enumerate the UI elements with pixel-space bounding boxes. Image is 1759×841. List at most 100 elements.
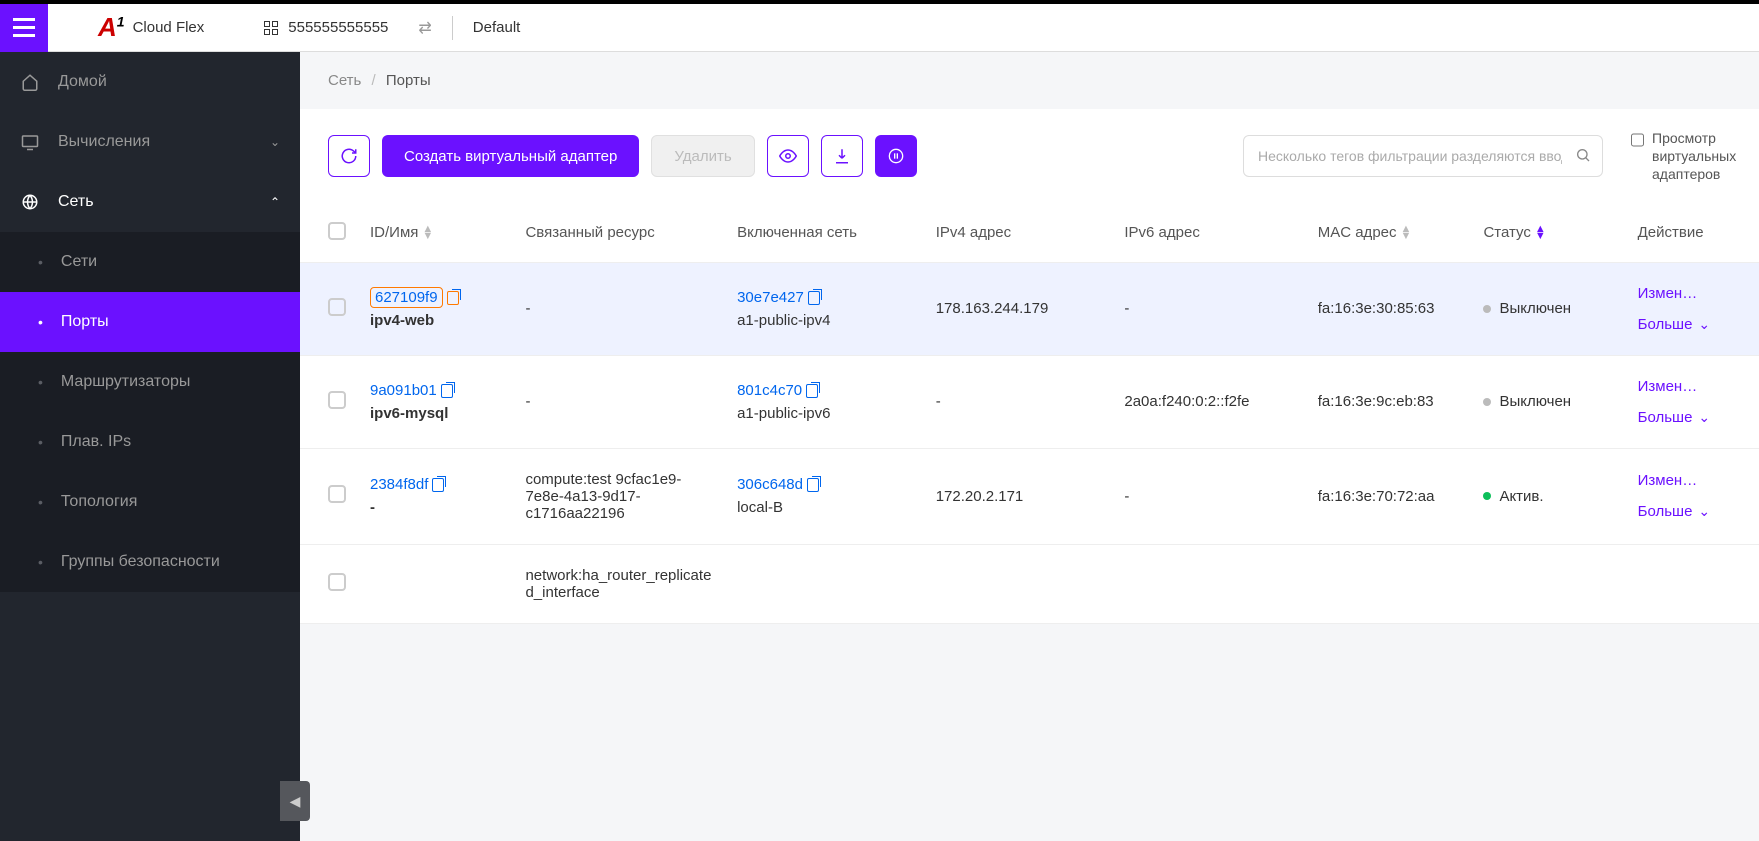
col-mac: MAC адрес▲▼ [1306, 204, 1472, 263]
toolbar: Создать виртуальный адаптер Удалить Прос… [300, 109, 1759, 204]
copy-icon[interactable] [808, 291, 820, 305]
cell-ipv6 [1112, 544, 1305, 623]
cell-mac: fa:16:3e:30:85:63 [1306, 262, 1472, 355]
cell-status [1471, 544, 1625, 623]
cell-action [1626, 544, 1759, 623]
sidebar: Домой Вычисления ⌄ Сеть ⌃ Сети Порты Мар… [0, 52, 300, 841]
view-toggle[interactable]: Просмотр виртуальных адаптеров [1631, 129, 1731, 184]
refresh-button[interactable] [328, 135, 370, 177]
cell-mac [1306, 544, 1472, 623]
status-dot [1483, 305, 1491, 313]
menu-toggle-button[interactable] [0, 4, 48, 52]
cell-id [358, 544, 513, 623]
topbar: A1 Cloud Flex 555555555555 ⇄ Default [0, 4, 1759, 52]
cell-resource: network:ha_router_replicated_interface [513, 544, 725, 623]
net-id-link[interactable]: 801c4c70 [737, 382, 802, 399]
port-id-link[interactable]: 9a091b01 [370, 382, 437, 399]
net-id-link[interactable]: 306c648d [737, 476, 803, 493]
cell-action: Измен… Больше [1626, 448, 1759, 544]
select-all-checkbox[interactable] [328, 222, 346, 240]
globe-icon [20, 193, 40, 211]
row-checkbox[interactable] [328, 485, 346, 503]
divider [452, 16, 453, 40]
sidebar-label: Вычисления [58, 133, 150, 151]
account-selector[interactable]: 555555555555 ⇄ [264, 18, 432, 38]
port-name: ipv6-mysql [370, 405, 501, 422]
chevron-down-icon: ⌄ [270, 135, 280, 149]
cell-mac: fa:16:3e:9c:eb:83 [1306, 355, 1472, 448]
col-status: Статус▲▼ [1471, 204, 1625, 263]
col-net: Включенная сеть [725, 204, 924, 263]
create-button[interactable]: Создать виртуальный адаптер [382, 135, 639, 177]
more-link[interactable]: Больше [1638, 316, 1747, 333]
port-id-link[interactable]: 2384f8df [370, 476, 428, 493]
a1-logo-icon: A1 [98, 12, 125, 43]
port-name: - [370, 499, 501, 516]
more-link[interactable]: Больше [1638, 503, 1747, 520]
chevron-up-icon: ⌃ [270, 195, 280, 209]
cell-net: 30e7e427a1-public-ipv4 [725, 262, 924, 355]
cell-id: 2384f8df - [358, 448, 513, 544]
cell-status: Актив. [1471, 448, 1625, 544]
cell-ipv6: 2a0a:f240:0:2::f2fe [1112, 355, 1305, 448]
sidebar-sub-topology[interactable]: Топология [0, 472, 300, 532]
cell-ipv4: - [924, 355, 1113, 448]
account-id: 555555555555 [288, 19, 388, 36]
pause-button[interactable] [875, 135, 917, 177]
monitor-icon [20, 133, 40, 151]
sort-icon[interactable]: ▲▼ [422, 226, 433, 240]
col-ipv4: IPv4 адрес [924, 204, 1113, 263]
sidebar-label: Домой [58, 73, 107, 91]
breadcrumb: Сеть / Порты [300, 52, 1759, 109]
more-link[interactable]: Больше [1638, 409, 1747, 426]
sidebar-sub-routers[interactable]: Маршрутизаторы [0, 352, 300, 412]
sidebar-sub-floating[interactable]: Плав. IPs [0, 412, 300, 472]
cell-ipv4 [924, 544, 1113, 623]
sidebar-item-compute[interactable]: Вычисления ⌄ [0, 112, 300, 172]
search-input[interactable] [1243, 135, 1603, 177]
cell-action: Измен… Больше [1626, 262, 1759, 355]
cell-id: 627109f9 ipv4-web [358, 262, 513, 355]
cell-net: 801c4c70a1-public-ipv6 [725, 355, 924, 448]
brand-text: Cloud Flex [133, 19, 205, 36]
view-toggle-label: Просмотр виртуальных адаптеров [1652, 129, 1736, 184]
sidebar-sub-ports[interactable]: Порты [0, 292, 300, 352]
home-icon [20, 73, 40, 91]
copy-icon[interactable] [807, 478, 819, 492]
sidebar-sub-secgroups[interactable]: Группы безопасности [0, 532, 300, 592]
cell-ipv4: 178.163.244.179 [924, 262, 1113, 355]
ports-table: ID/Имя▲▼ Связанный ресурс Включенная сет… [300, 204, 1759, 624]
status-text: Актив. [1499, 488, 1543, 505]
cell-net [725, 544, 924, 623]
row-checkbox[interactable] [328, 391, 346, 409]
view-button[interactable] [767, 135, 809, 177]
edit-link[interactable]: Измен… [1638, 472, 1747, 489]
copy-icon[interactable] [432, 478, 444, 492]
edit-link[interactable]: Измен… [1638, 285, 1747, 302]
sidebar-collapse-button[interactable]: ◀ [280, 781, 310, 821]
row-checkbox[interactable] [328, 573, 346, 591]
breadcrumb-root[interactable]: Сеть [328, 72, 361, 89]
row-checkbox[interactable] [328, 298, 346, 316]
sort-icon[interactable]: ▲▼ [1535, 226, 1546, 240]
status-text: Выключен [1499, 300, 1571, 317]
copy-icon[interactable] [806, 384, 818, 398]
sidebar-sub-networks[interactable]: Сети [0, 232, 300, 292]
project-selector[interactable]: Default [473, 19, 521, 36]
view-toggle-checkbox[interactable] [1631, 131, 1644, 149]
table-row: 2384f8df - compute:test 9cfac1e9-7e8e-4a… [300, 448, 1759, 544]
edit-link[interactable]: Измен… [1638, 378, 1747, 395]
copy-icon[interactable] [447, 291, 459, 305]
cell-id: 9a091b01 ipv6-mysql [358, 355, 513, 448]
col-ipv6: IPv6 адрес [1112, 204, 1305, 263]
cell-action: Измен… Больше [1626, 355, 1759, 448]
port-id-link[interactable]: 627109f9 [370, 287, 443, 308]
net-id-link[interactable]: 30e7e427 [737, 289, 804, 306]
download-button[interactable] [821, 135, 863, 177]
sidebar-item-home[interactable]: Домой [0, 52, 300, 112]
col-resource: Связанный ресурс [513, 204, 725, 263]
copy-icon[interactable] [441, 384, 453, 398]
logo[interactable]: A1 Cloud Flex [98, 12, 204, 43]
sidebar-item-network[interactable]: Сеть ⌃ [0, 172, 300, 232]
sort-icon[interactable]: ▲▼ [1401, 226, 1412, 240]
